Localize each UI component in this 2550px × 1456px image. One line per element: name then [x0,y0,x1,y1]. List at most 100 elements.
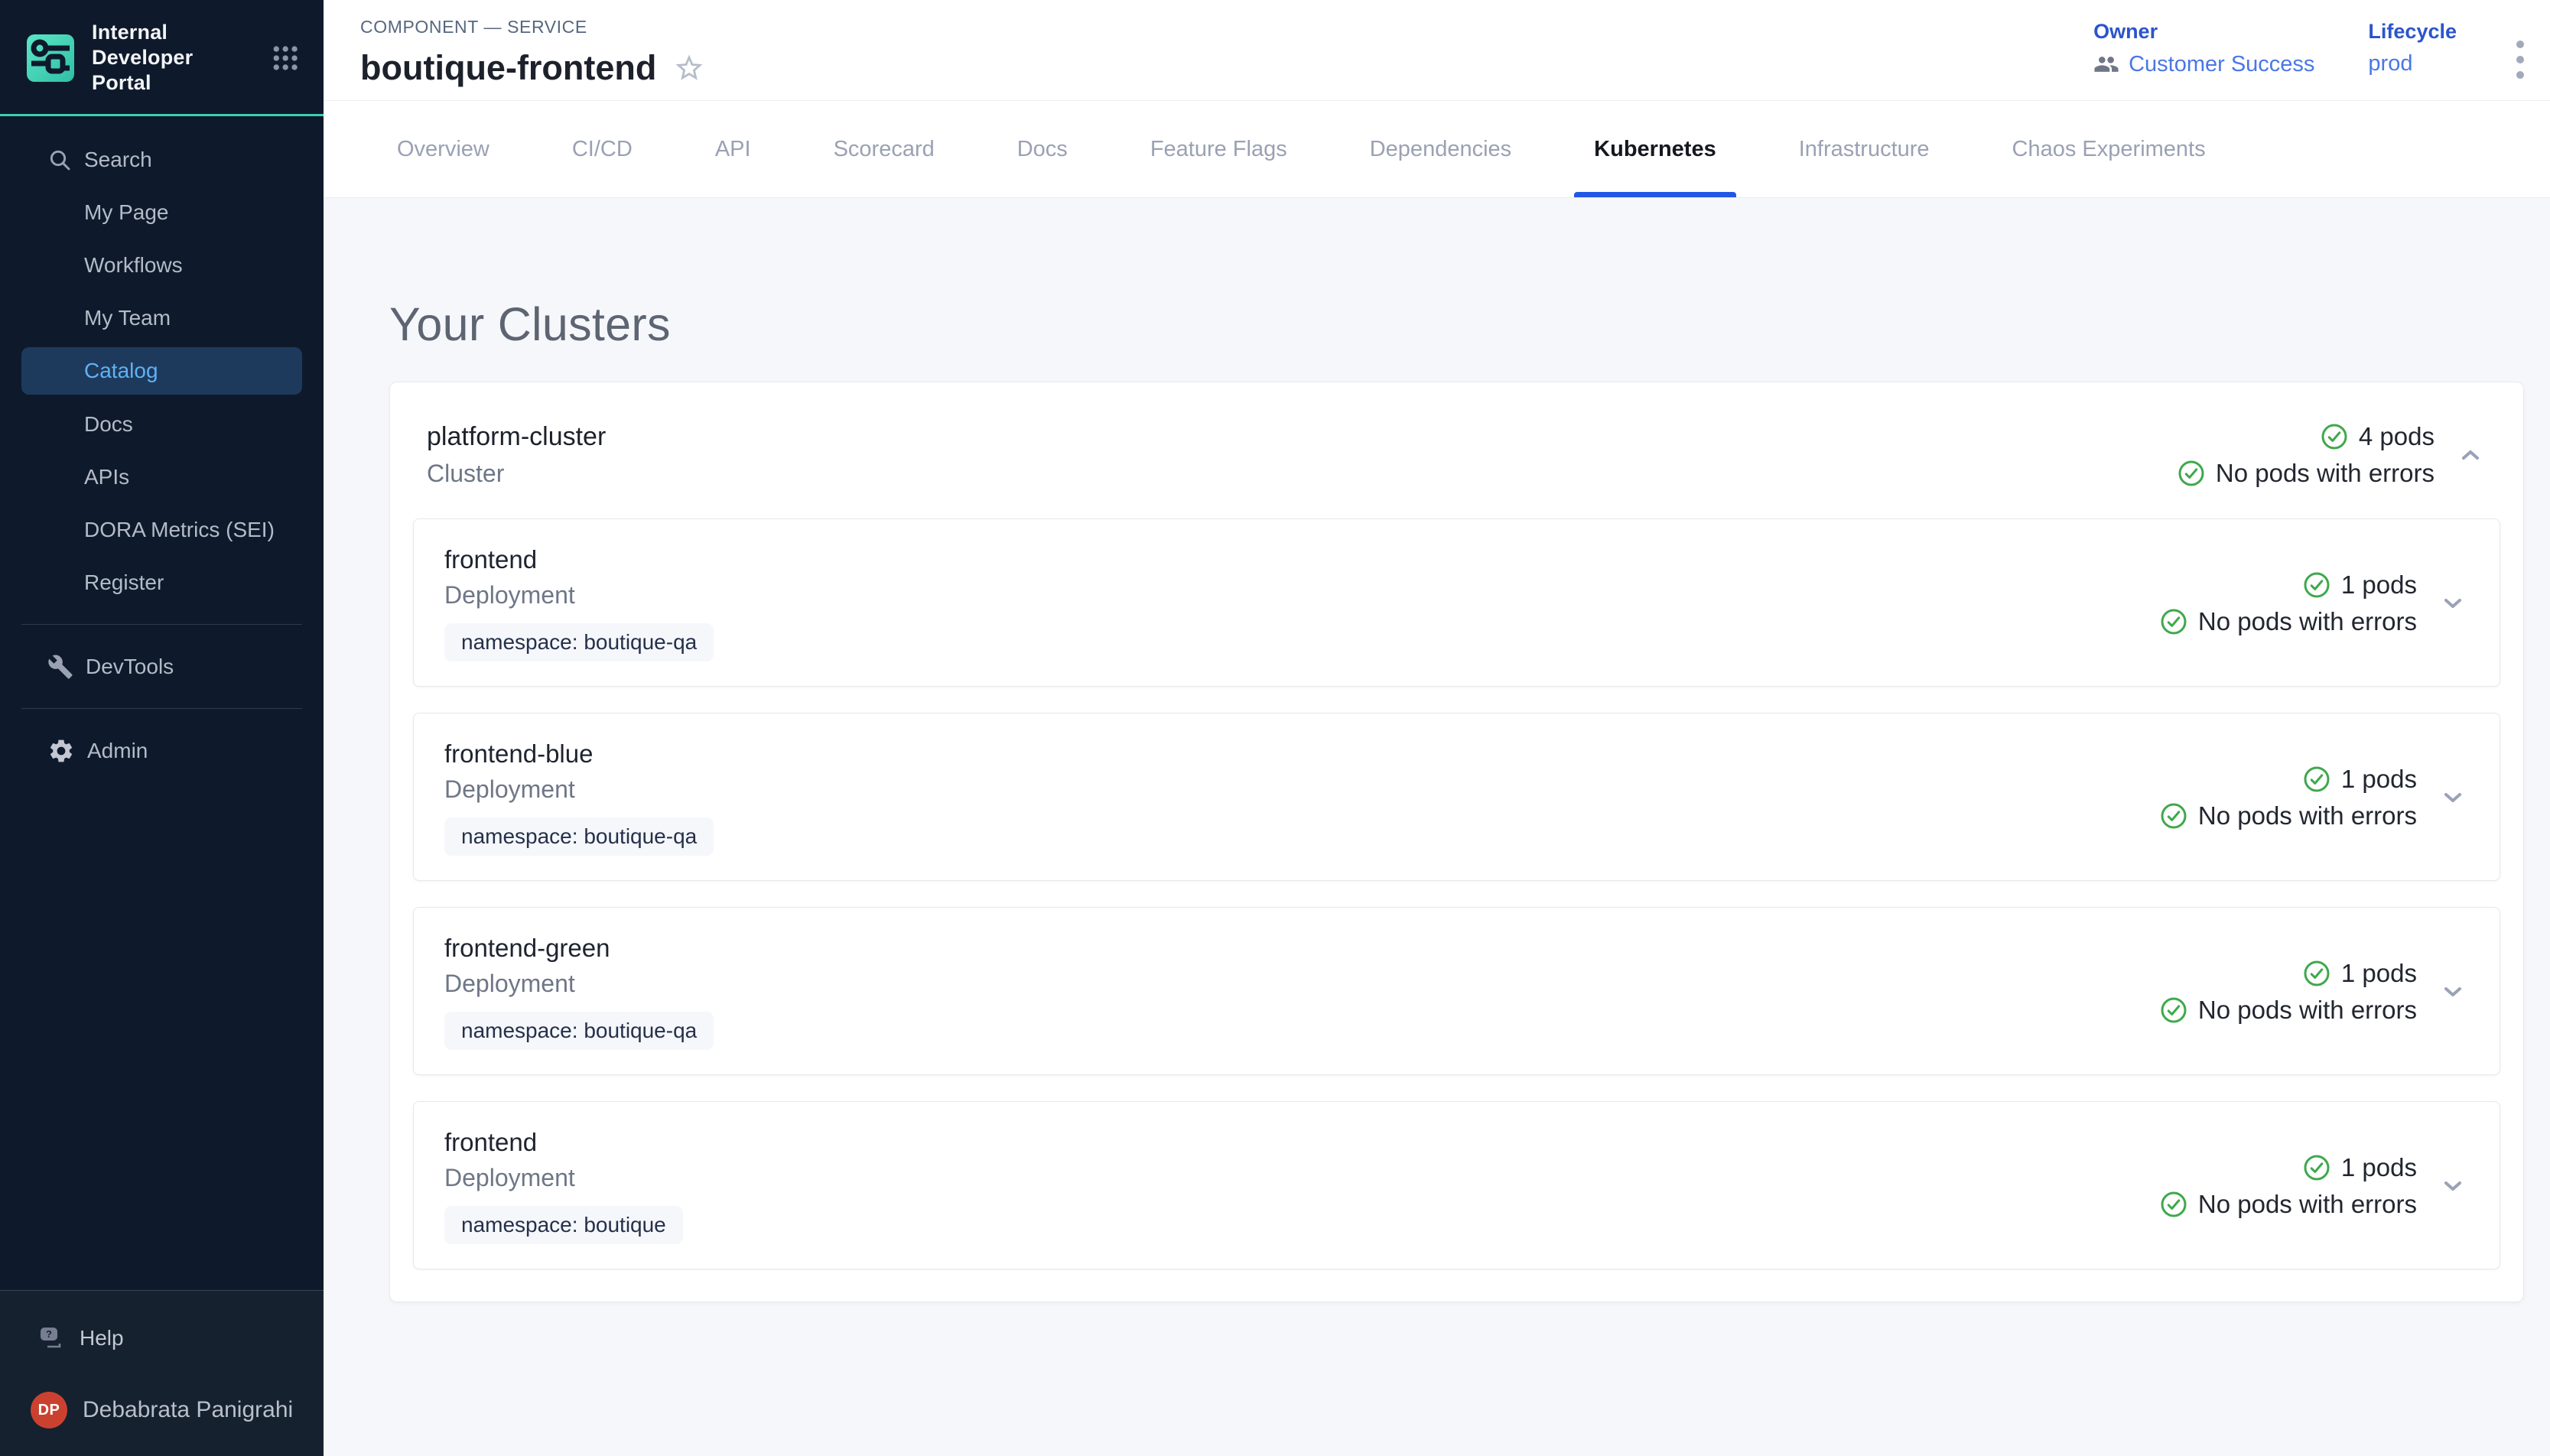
wrench-icon [47,654,73,680]
sidebar-item-search[interactable]: Search [0,133,324,186]
sidebar-item-apis[interactable]: APIs [0,450,324,503]
lifecycle-value: prod [2368,51,2457,76]
tab-kubernetes[interactable]: Kubernetes [1574,101,1736,197]
chevron-down-icon[interactable] [2437,782,2469,814]
user-avatar: DP [31,1392,67,1428]
more-options-kebab-icon[interactable] [2510,31,2530,94]
sidebar-bottom: ? Help DP Debabrata Panigrahi [0,1290,324,1456]
tab-api[interactable]: API [695,101,771,197]
tab-cicd[interactable]: CI/CD [552,101,652,197]
namespace-chip: namespace: boutique-qa [444,817,714,856]
owner-label: Owner [2093,20,2314,44]
check-circle-icon [2303,960,2330,987]
deployment-errors-status: No pods with errors [2198,801,2417,830]
sidebar-item-label: DevTools [86,655,174,679]
sidebar: Internal Developer Portal Search My Page… [0,0,324,1456]
cluster-header[interactable]: platform-cluster Cluster 4 pods [390,382,2523,518]
page-header: COMPONENT — SERVICE boutique-frontend Ow… [324,0,2550,101]
clusters-heading: Your Clusters [389,297,2550,351]
user-menu[interactable]: DP Debabrata Panigrahi [0,1386,324,1435]
deployment-card[interactable]: frontend Deployment namespace: boutique-… [413,518,2500,687]
sidebar-nav: Search My Page Workflows My Team Catalog… [0,116,324,777]
sidebar-divider [21,624,302,625]
gear-icon [47,737,75,765]
deployment-errors-status: No pods with errors [2198,607,2417,636]
brand-logo-icon [26,34,75,83]
entity-tabs: Overview CI/CD API Scorecard Docs Featur… [324,101,2550,198]
brand-title: Internal Developer Portal [92,20,253,96]
check-circle-icon [2160,1191,2187,1218]
deployment-pods-count: 1 pods [2341,959,2417,988]
tab-chaos-experiments[interactable]: Chaos Experiments [1992,101,2226,197]
check-circle-icon [2321,423,2348,450]
owner-link[interactable]: Customer Success [2129,52,2314,77]
sidebar-item-docs[interactable]: Docs [0,398,324,450]
tab-infrastructure[interactable]: Infrastructure [1779,101,1950,197]
deployment-name: frontend-green [444,934,610,963]
entity-meta: Owner Customer Success Lifecycle prod [2093,20,2530,94]
deployment-kind: Deployment [444,1164,575,1192]
help-label: Help [80,1326,124,1350]
deployment-name: frontend [444,545,537,574]
user-name: Debabrata Panigrahi [83,1397,293,1423]
page-title: boutique-frontend [360,48,656,88]
help-chat-icon: ? [37,1324,66,1353]
favorite-star-icon[interactable] [673,52,705,84]
sidebar-item-label: Admin [87,739,148,763]
check-circle-icon [2303,571,2330,599]
chevron-down-icon[interactable] [2437,1170,2469,1202]
cluster-pods-count: 4 pods [2359,422,2435,451]
sidebar-item-my-team[interactable]: My Team [0,291,324,344]
sidebar-item-devtools[interactable]: DevTools [0,640,324,693]
sidebar-item-dora-metrics[interactable]: DORA Metrics (SEI) [0,503,324,556]
brand[interactable]: Internal Developer Portal [0,0,324,116]
deployment-card[interactable]: frontend Deployment namespace: boutique … [413,1101,2500,1269]
sidebar-item-workflows[interactable]: Workflows [0,239,324,291]
cluster-name: platform-cluster [427,422,606,452]
sidebar-spacer [0,777,324,1290]
tab-docs[interactable]: Docs [997,101,1088,197]
lifecycle-meta: Lifecycle prod [2368,20,2457,76]
sidebar-item-admin[interactable]: Admin [0,724,324,777]
deployment-pods-count: 1 pods [2341,1153,2417,1182]
deployment-errors-status: No pods with errors [2198,1190,2417,1219]
sidebar-item-catalog[interactable]: Catalog [21,347,302,395]
deployment-pods-count: 1 pods [2341,570,2417,600]
tab-scorecard[interactable]: Scorecard [814,101,955,197]
deployment-kind: Deployment [444,775,575,804]
card-bottom-padding [390,1295,2523,1302]
cluster-card: platform-cluster Cluster 4 pods [389,382,2524,1302]
svg-text:?: ? [46,1328,52,1340]
namespace-chip: namespace: boutique-qa [444,1012,714,1050]
check-circle-icon [2160,608,2187,635]
chevron-up-icon[interactable] [2454,439,2487,471]
chevron-down-icon[interactable] [2437,587,2469,619]
main-area: COMPONENT — SERVICE boutique-frontend Ow… [324,0,2550,1456]
apps-grid-icon[interactable] [270,41,301,75]
cluster-kind: Cluster [427,460,606,488]
deployment-kind: Deployment [444,970,575,998]
deployment-card[interactable]: frontend-green Deployment namespace: bou… [413,907,2500,1075]
sidebar-item-help[interactable]: ? Help [0,1314,324,1363]
sidebar-item-label: Search [84,148,152,172]
chevron-down-icon[interactable] [2437,976,2469,1008]
check-circle-icon [2160,996,2187,1024]
deployment-errors-status: No pods with errors [2198,996,2417,1025]
sidebar-item-my-page[interactable]: My Page [0,186,324,239]
deployment-kind: Deployment [444,581,575,609]
owner-meta: Owner Customer Success [2093,20,2314,77]
deployment-name: frontend [444,1128,537,1157]
namespace-chip: namespace: boutique-qa [444,623,714,661]
namespace-chip: namespace: boutique [444,1206,683,1244]
deployment-card[interactable]: frontend-blue Deployment namespace: bout… [413,713,2500,881]
check-circle-icon [2160,802,2187,830]
deployment-pods-count: 1 pods [2341,765,2417,794]
tab-overview[interactable]: Overview [377,101,509,197]
search-icon [47,148,72,172]
sidebar-item-register[interactable]: Register [0,556,324,609]
lifecycle-label: Lifecycle [2368,20,2457,44]
check-circle-icon [2178,460,2205,487]
tab-feature-flags[interactable]: Feature Flags [1130,101,1307,197]
check-circle-icon [2303,1154,2330,1181]
tab-dependencies[interactable]: Dependencies [1350,101,1531,197]
